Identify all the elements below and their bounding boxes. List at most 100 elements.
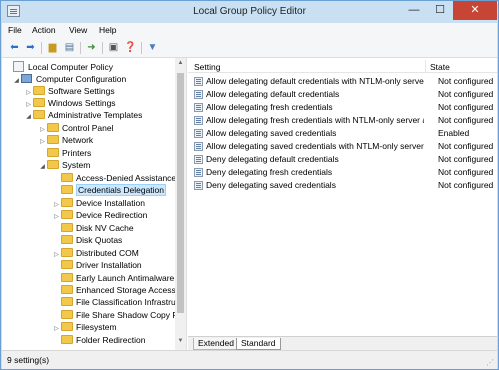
main-content: Local Computer Policy ◢ Computer Configur…	[2, 58, 497, 350]
menu-view[interactable]: View	[69, 25, 87, 35]
tree-item-enhanced-storage-access[interactable]: Enhanced Storage Access	[52, 284, 176, 296]
export-list-icon[interactable]: ➜	[84, 41, 99, 55]
toolbar-separator	[80, 42, 81, 54]
list-row[interactable]: Allow delegating fresh credentials with …	[188, 114, 497, 127]
folder-icon	[61, 235, 73, 244]
tree-item-distributed-com[interactable]: ▷ Distributed COM	[52, 247, 139, 259]
close-button[interactable]: ✕	[453, 1, 497, 20]
folder-icon	[47, 148, 59, 157]
toolbar: ⬅ ➡ ▆ ▤ ➜ ▣ ❓ ▼	[2, 39, 497, 58]
properties-icon[interactable]: ▣	[106, 41, 121, 55]
folder-icon	[61, 223, 73, 232]
menu-help[interactable]: Help	[99, 25, 116, 35]
list-header: Setting State	[188, 60, 497, 73]
tree-item-disk-quotas[interactable]: Disk Quotas	[52, 234, 122, 246]
toolbar-separator	[102, 42, 103, 54]
menu-bar: File Action View Help	[2, 23, 497, 39]
policy-setting-icon	[194, 116, 203, 125]
list-row[interactable]: Deny delegating default credentials Not c…	[188, 153, 497, 166]
tree-item-disk-nv-cache[interactable]: Disk NV Cache	[52, 222, 134, 234]
view-tabs: Extended Standard	[188, 336, 497, 350]
tree-item-software-settings[interactable]: ▷ Software Settings	[24, 85, 115, 97]
tree-item-credentials-delegation[interactable]: Credentials Delegation	[52, 184, 166, 196]
collapse-arrow-icon[interactable]: ◢	[38, 161, 47, 173]
filter-icon[interactable]: ▼	[145, 41, 160, 55]
collapse-arrow-icon[interactable]: ◢	[12, 75, 21, 87]
column-divider[interactable]	[425, 60, 426, 73]
tree-item-early-launch-antimalware[interactable]: Early Launch Antimalware	[52, 272, 174, 284]
folder-icon	[61, 185, 73, 194]
tree-item-filesystem[interactable]: ▷ Filesystem	[52, 321, 117, 333]
menu-file[interactable]: File	[8, 25, 22, 35]
settings-list: Setting State Allow delegating default c…	[188, 58, 497, 350]
list-row[interactable]: Allow delegating default credentials wit…	[188, 75, 497, 88]
tree-item-device-installation[interactable]: ▷ Device Installation	[52, 197, 145, 209]
folder-icon	[61, 260, 73, 269]
status-bar: 9 setting(s) ⋰	[2, 350, 497, 369]
folder-icon	[61, 335, 73, 344]
tab-extended[interactable]: Extended	[193, 338, 239, 350]
folder-icon	[61, 310, 73, 319]
tree-item-computer-configuration[interactable]: ◢ Computer Configuration	[12, 73, 126, 85]
tree-item-folder-redirection[interactable]: Folder Redirection	[52, 334, 145, 346]
resize-grip-icon[interactable]: ⋰	[486, 358, 494, 367]
maximize-button[interactable]: ☐	[427, 1, 453, 20]
tree-item-driver-installation[interactable]: Driver Installation	[52, 259, 142, 271]
folder-icon	[61, 173, 73, 182]
status-text: 9 setting(s)	[7, 355, 50, 365]
tree-item-file-classification-infrastructure[interactable]: File Classification Infrastructu	[52, 296, 186, 308]
toolbar-separator	[41, 42, 42, 54]
column-header-setting[interactable]: Setting	[194, 62, 220, 72]
folder-icon	[33, 86, 45, 95]
list-row[interactable]: Deny delegating fresh credentials Not con…	[188, 166, 497, 179]
list-row[interactable]: Allow delegating saved credentials Enable…	[188, 127, 497, 140]
tree-item-administrative-templates[interactable]: ◢ Administrative Templates	[24, 109, 142, 121]
menu-action[interactable]: Action	[32, 25, 56, 35]
tab-standard[interactable]: Standard	[236, 338, 281, 350]
folder-icon	[61, 198, 73, 207]
tree-item-file-share-shadow-copy[interactable]: File Share Shadow Copy Pr	[52, 309, 181, 321]
help-icon[interactable]: ❓	[123, 41, 138, 55]
scroll-down-arrow-icon[interactable]: ▼	[176, 338, 185, 348]
list-row[interactable]: Allow delegating saved credentials with …	[188, 140, 497, 153]
tree-item-system[interactable]: ◢ System	[38, 159, 90, 171]
list-row[interactable]: Deny delegating saved credentials Not con…	[188, 179, 497, 192]
show-hide-tree-icon[interactable]: ▤	[62, 41, 77, 55]
navigation-tree: Local Computer Policy ◢ Computer Configur…	[2, 58, 187, 350]
policy-icon	[13, 61, 24, 72]
title-bar[interactable]: Local Group Policy Editor — ☐ ✕	[1, 1, 498, 23]
tree-item-printers[interactable]: Printers	[38, 147, 91, 159]
policy-setting-icon	[194, 129, 203, 138]
back-arrow-icon[interactable]: ⬅	[7, 41, 22, 55]
scroll-up-arrow-icon[interactable]: ▲	[176, 60, 185, 70]
folder-icon	[61, 322, 73, 331]
policy-setting-icon	[194, 155, 203, 164]
toolbar-separator	[141, 42, 142, 54]
policy-setting-icon	[194, 77, 203, 86]
folder-icon	[47, 160, 59, 169]
up-folder-icon[interactable]: ▆	[45, 41, 60, 55]
tree-item-network[interactable]: ▷ Network	[38, 134, 93, 146]
tree-scrollbar[interactable]: ▲ ▼	[175, 58, 186, 350]
tree-item-access-denied-assistance[interactable]: Access-Denied Assistance	[52, 172, 176, 184]
folder-icon	[61, 285, 73, 294]
tree-item-control-panel[interactable]: ▷ Control Panel	[38, 122, 114, 134]
scrollbar-thumb[interactable]	[177, 73, 184, 313]
column-header-state[interactable]: State	[430, 62, 450, 72]
policy-setting-icon	[194, 90, 203, 99]
folder-icon	[33, 110, 45, 119]
folder-icon	[61, 297, 73, 306]
tree-item-windows-settings[interactable]: ▷ Windows Settings	[24, 97, 116, 109]
folder-icon	[47, 135, 59, 144]
list-row[interactable]: Allow delegating default credentials Not …	[188, 88, 497, 101]
minimize-button[interactable]: —	[401, 1, 427, 20]
tree-item-local-computer-policy[interactable]: Local Computer Policy	[4, 61, 113, 73]
computer-icon	[21, 74, 32, 83]
tree-item-device-redirection[interactable]: ▷ Device Redirection	[52, 209, 147, 221]
collapse-arrow-icon[interactable]: ◢	[24, 111, 33, 123]
policy-setting-icon	[194, 103, 203, 112]
list-row[interactable]: Allow delegating fresh credentials Not co…	[188, 101, 497, 114]
window: Local Group Policy Editor — ☐ ✕ File Act…	[0, 0, 499, 370]
forward-arrow-icon[interactable]: ➡	[23, 41, 38, 55]
folder-icon	[61, 273, 73, 282]
